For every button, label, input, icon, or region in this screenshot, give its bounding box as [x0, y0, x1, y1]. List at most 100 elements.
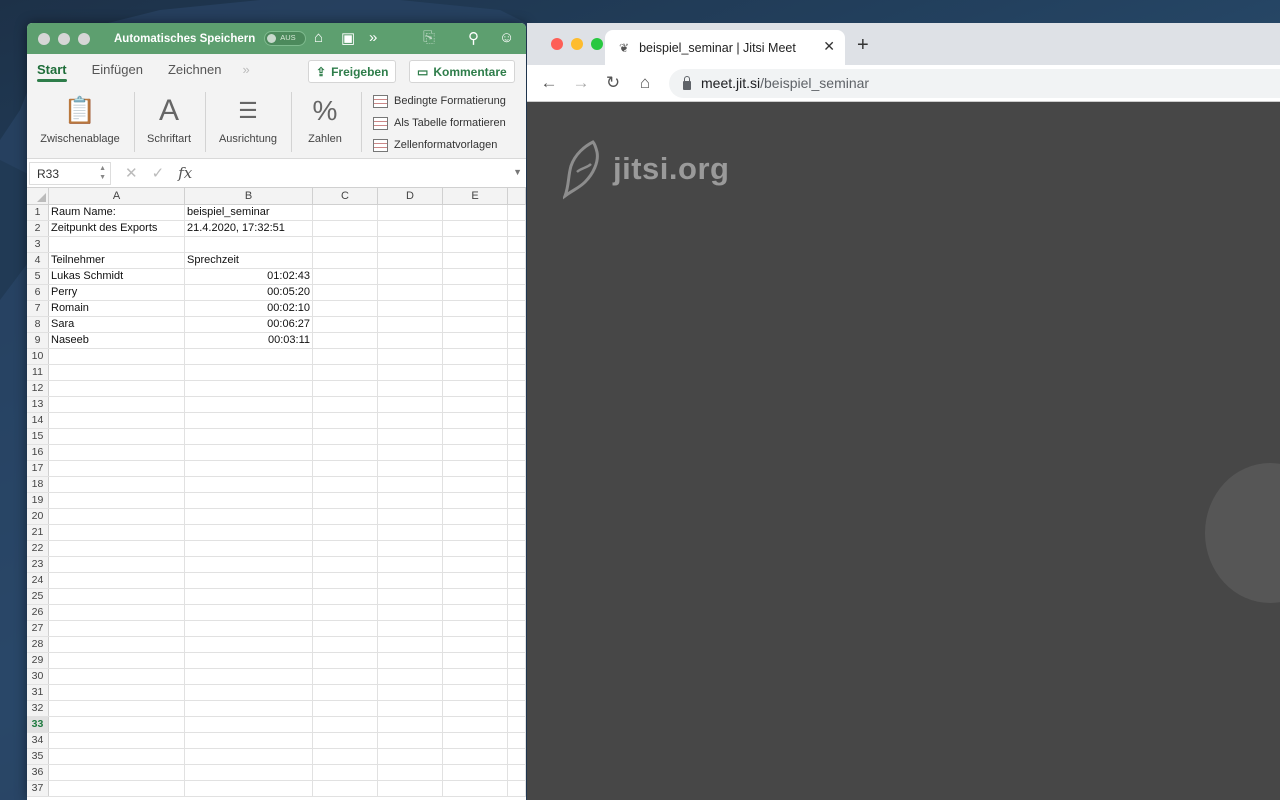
cell[interactable]	[313, 541, 378, 556]
cell[interactable]	[313, 333, 378, 348]
cell[interactable]	[49, 621, 185, 636]
cell[interactable]	[443, 669, 508, 684]
numbers-group[interactable]: % Zahlen	[299, 84, 351, 159]
row-header[interactable]: 13	[27, 397, 49, 412]
cell[interactable]: 01:02:43	[185, 269, 313, 284]
row-header[interactable]: 16	[27, 445, 49, 460]
cell[interactable]	[313, 429, 378, 444]
cell[interactable]	[508, 205, 526, 220]
row-header[interactable]: 2	[27, 221, 49, 236]
cell[interactable]	[443, 301, 508, 316]
cell[interactable]	[49, 781, 185, 796]
cell[interactable]	[49, 717, 185, 732]
row-header[interactable]: 19	[27, 493, 49, 508]
cell[interactable]	[443, 269, 508, 284]
cell[interactable]	[508, 397, 526, 412]
row-header[interactable]: 22	[27, 541, 49, 556]
cell[interactable]	[313, 749, 378, 764]
cell[interactable]	[378, 365, 443, 380]
cell[interactable]	[508, 637, 526, 652]
cell[interactable]	[313, 733, 378, 748]
cell[interactable]	[443, 333, 508, 348]
cell[interactable]	[443, 781, 508, 796]
cell[interactable]	[378, 461, 443, 476]
cell[interactable]	[378, 637, 443, 652]
cell[interactable]	[378, 541, 443, 556]
cell[interactable]	[313, 669, 378, 684]
cell[interactable]	[508, 269, 526, 284]
cell[interactable]	[443, 445, 508, 460]
row-header[interactable]: 23	[27, 557, 49, 572]
cell[interactable]	[313, 381, 378, 396]
cell[interactable]	[313, 717, 378, 732]
worksheet-grid[interactable]: A B C D E 1 Raum Name: beispiel_seminar 2 Ze…	[27, 188, 526, 797]
cell[interactable]: Zeitpunkt des Exports	[49, 221, 185, 236]
search-icon[interactable]: ⚲	[468, 29, 479, 47]
cell[interactable]	[443, 461, 508, 476]
cell[interactable]	[313, 621, 378, 636]
cell[interactable]	[378, 765, 443, 780]
cell[interactable]	[313, 221, 378, 236]
browser-tab[interactable]: ❦ beispiel_seminar | Jitsi Meet ✕	[605, 30, 845, 65]
reload-icon[interactable]: ↻	[597, 73, 629, 93]
cell[interactable]	[49, 573, 185, 588]
cell[interactable]	[185, 477, 313, 492]
cell[interactable]: 00:03:11	[185, 333, 313, 348]
cell[interactable]	[313, 285, 378, 300]
row-header[interactable]: 24	[27, 573, 49, 588]
jitsi-logo[interactable]: jitsi.org	[563, 138, 729, 200]
cell[interactable]	[185, 765, 313, 780]
autosave-toggle[interactable]: AUS	[264, 31, 307, 46]
row-header[interactable]: 17	[27, 461, 49, 476]
cell[interactable]	[443, 685, 508, 700]
cell[interactable]	[443, 477, 508, 492]
cell[interactable]	[508, 285, 526, 300]
zoom-button[interactable]	[78, 32, 90, 45]
cell[interactable]	[185, 669, 313, 684]
cell[interactable]: Naseeb	[49, 333, 185, 348]
cell[interactable]	[508, 333, 526, 348]
cell[interactable]: Raum Name:	[49, 205, 185, 220]
alignment-group[interactable]: ☰ Ausrichtung	[213, 84, 283, 159]
row-header[interactable]: 15	[27, 429, 49, 444]
row-header[interactable]: 14	[27, 413, 49, 428]
cell[interactable]	[313, 237, 378, 252]
cell[interactable]	[443, 413, 508, 428]
column-header-a[interactable]: A	[49, 188, 185, 204]
cell[interactable]	[49, 237, 185, 252]
cell[interactable]	[378, 557, 443, 572]
more-commands-icon[interactable]: »	[369, 29, 377, 46]
cell[interactable]: Teilnehmer	[49, 253, 185, 268]
cell[interactable]	[443, 733, 508, 748]
cell[interactable]	[378, 381, 443, 396]
cell[interactable]	[313, 413, 378, 428]
cell[interactable]	[443, 749, 508, 764]
font-group[interactable]: A Schriftart	[141, 84, 197, 159]
cell[interactable]	[185, 445, 313, 460]
cell[interactable]	[313, 605, 378, 620]
cell[interactable]	[508, 749, 526, 764]
cell[interactable]	[313, 477, 378, 492]
close-tab-icon[interactable]: ✕	[823, 38, 835, 55]
cell[interactable]	[378, 445, 443, 460]
name-box[interactable]: R33 ▲ ▼	[29, 161, 111, 185]
row-header[interactable]: 5	[27, 269, 49, 284]
cell[interactable]	[508, 573, 526, 588]
cell[interactable]	[508, 237, 526, 252]
column-header-f[interactable]	[508, 188, 526, 204]
cell[interactable]	[443, 429, 508, 444]
cell[interactable]: Sprechzeit	[185, 253, 313, 268]
cell[interactable]	[378, 685, 443, 700]
cell[interactable]	[313, 317, 378, 332]
cell-styles-button[interactable]: Zellenformatvorlagen	[373, 134, 506, 156]
cell[interactable]: Lukas Schmidt	[49, 269, 185, 284]
cell[interactable]	[508, 685, 526, 700]
cell[interactable]	[185, 541, 313, 556]
cell[interactable]	[508, 349, 526, 364]
zoom-button[interactable]	[591, 38, 603, 50]
cell[interactable]	[49, 461, 185, 476]
address-bar[interactable]: meet.jit.si/beispiel_seminar	[669, 68, 1280, 98]
row-header[interactable]: 12	[27, 381, 49, 396]
cell[interactable]	[185, 701, 313, 716]
clipboard-group[interactable]: 📋 Zwischenablage	[35, 84, 125, 159]
